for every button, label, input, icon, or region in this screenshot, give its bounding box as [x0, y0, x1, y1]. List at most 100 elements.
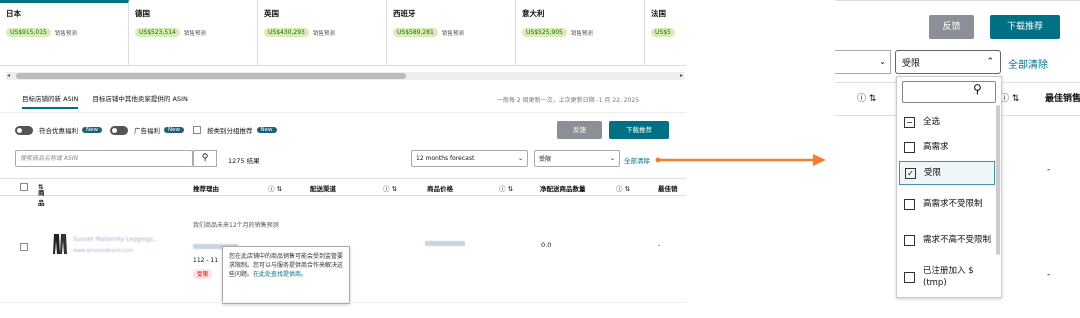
toggle-label: 符合优惠福利: [39, 127, 78, 135]
horizontal-scrollbar[interactable]: ◂ ▸: [6, 72, 684, 80]
toggle-eligible-benefit[interactable]: [15, 125, 33, 135]
market-value: US$525,905: [522, 28, 567, 37]
sub-tabs: 目标店铺的新 ASIN 目标店铺中其他卖家提供的 ASIN: [22, 93, 188, 109]
info-icon[interactable]: ⓘ ⇅: [1000, 91, 1019, 104]
download-button-zoom[interactable]: 下载推荐: [990, 15, 1060, 39]
market-label: 销售预测: [54, 30, 77, 37]
tab-new-asin[interactable]: 目标店铺的新 ASIN: [22, 93, 79, 109]
product-title[interactable]: Sunset Maternity Leggings...: [73, 236, 159, 243]
filter-toggles: 符合优惠福利 New 广告福利 New 按类别分组推荐 New: [15, 125, 277, 135]
row-checkbox[interactable]: [20, 243, 28, 251]
divider: [0, 112, 686, 113]
tab-other-sellers[interactable]: 目标店铺中其他卖家提供的 ASIN: [92, 93, 187, 109]
cell-dash: -: [1047, 165, 1051, 175]
market-label: 销售预测: [570, 30, 593, 37]
option-item[interactable]: 高需求: [899, 136, 995, 158]
col-channel[interactable]: 配送渠道: [310, 183, 336, 193]
market-name: 英国: [264, 9, 279, 18]
feedback-button[interactable]: 反馈: [557, 121, 602, 139]
market-tab-uk[interactable]: 英国 US$430,293 销售预测: [258, 0, 387, 65]
clear-all-link-zoom[interactable]: 全部清除: [1008, 56, 1048, 71]
market-tab-es[interactable]: 西班牙 US$589,281 销售预测: [387, 0, 516, 65]
new-badge: New: [82, 127, 102, 133]
search-icon[interactable]: ⚲: [193, 150, 217, 167]
info-icon[interactable]: ⓘ ⇅: [857, 91, 876, 104]
col-net-qty[interactable]: 净配送商品数量: [540, 183, 586, 193]
arrow-head: [813, 154, 826, 166]
row-divider: [0, 302, 686, 303]
option-label: 需求不高不受限制: [923, 235, 992, 245]
search-input[interactable]: 搜索商品名称或 ASIN: [15, 150, 193, 167]
options-scrollbar[interactable]: [996, 105, 1000, 255]
col-best-sales[interactable]: 最佳销售: [1045, 91, 1080, 104]
market-tabs: 日本 US$915,015 销售预测 德国 US$523,514 销售预测 英国 U…: [0, 0, 686, 66]
restricted-tag[interactable]: 受限: [193, 269, 213, 279]
chevron-down-icon: ⌄: [517, 155, 523, 162]
product-image: [52, 233, 68, 255]
scroll-left-icon[interactable]: ◂: [7, 72, 10, 79]
forecast-value: 12 months forecast: [416, 155, 475, 162]
checkbox-icon[interactable]: [904, 234, 915, 246]
market-tab-de[interactable]: 德国 US$523,514 销售预测: [129, 0, 258, 65]
redacted-price: [425, 241, 465, 246]
select-all-checkbox[interactable]: [20, 183, 28, 191]
market-label: 销售预测: [441, 30, 464, 37]
restriction-dropdown-zoom[interactable]: 受限 ⌃: [895, 50, 1001, 74]
search-icon[interactable]: ⚲: [973, 82, 982, 96]
info-icon[interactable]: ⓘ ⇅: [383, 183, 397, 193]
market-tab-fr[interactable]: 法国 US$5: [645, 0, 685, 65]
toggle-label: 广告福利: [134, 127, 160, 135]
options-search-input[interactable]: [902, 81, 996, 103]
chevron-up-icon: ⌃: [986, 57, 994, 67]
col-product[interactable]: 商品 ⇅: [38, 183, 45, 207]
arrow-tail: [655, 157, 661, 163]
checkbox-label: 按类别分组推荐: [207, 127, 253, 135]
best-sales-value: -: [658, 241, 661, 249]
market-value: US$523,514: [135, 28, 180, 37]
restriction-tooltip: 您在此店铺中的商品销售可能会受到监管要求限制。您可以与服务提供商合作来解决这些问…: [222, 246, 350, 304]
market-value: US$5: [651, 28, 675, 37]
find-provider-link[interactable]: 在此处查找提供商。: [253, 271, 307, 278]
checkbox-icon[interactable]: [904, 198, 915, 210]
restriction-value: 受限: [902, 58, 921, 69]
checkbox-checked-icon[interactable]: ✓: [905, 167, 916, 179]
download-recommendations-button[interactable]: 下载推荐: [609, 121, 669, 139]
net-qty-value: 0.0: [541, 241, 552, 249]
feedback-button-zoom[interactable]: 反馈: [929, 15, 974, 39]
option-item[interactable]: 高需求不受限制: [899, 187, 995, 221]
col-price[interactable]: 商品价格: [427, 183, 453, 193]
option-item[interactable]: − 全选: [899, 111, 995, 133]
results-count: 1275 结果: [228, 157, 260, 165]
new-badge: New: [164, 127, 184, 133]
scrollbar-thumb[interactable]: [16, 73, 406, 79]
info-icon[interactable]: ⓘ ⇅: [616, 183, 630, 193]
forecast-dropdown[interactable]: 12 months forecast ⌄: [411, 150, 528, 167]
product-subtitle: www.amazonbrand.com: [73, 248, 134, 254]
market-label: 销售预测: [183, 30, 206, 37]
market-name: 日本: [6, 9, 21, 18]
info-icon[interactable]: ⓘ ⇅: [499, 183, 513, 193]
market-tab-it[interactable]: 意大利 US$525,905 销售预测: [516, 0, 645, 65]
option-item[interactable]: ✓ 受限: [899, 161, 995, 185]
checkbox-icon[interactable]: [904, 141, 915, 153]
option-item[interactable]: 需求不高不受限制: [899, 223, 995, 257]
checkbox-icon[interactable]: [904, 271, 915, 283]
col-reason[interactable]: 推荐理由: [193, 183, 219, 193]
market-name: 西班牙: [393, 9, 416, 18]
toggle-ad-benefit[interactable]: [110, 125, 128, 135]
left-screenshot: 日本 US$915,015 销售预测 德国 US$523,514 销售预测 英国 U…: [0, 0, 686, 318]
group-by-category-checkbox[interactable]: [193, 126, 201, 134]
checkbox-partial-icon[interactable]: −: [904, 116, 915, 128]
col-best-sales[interactable]: 最佳销: [658, 183, 678, 193]
option-label: 高需求不受限制: [923, 199, 983, 209]
forecast-dropdown-edge[interactable]: ⌄: [835, 50, 891, 74]
option-item[interactable]: 已注册加入 $ (tmp): [899, 260, 995, 294]
info-icon[interactable]: ⓘ ⇅: [268, 183, 282, 193]
scroll-right-icon[interactable]: ▸: [680, 72, 683, 79]
right-zoom-panel: 反馈 下载推荐 ⌄ 受限 ⌃ 全部清除 ⓘ ⇅ ⓘ ⇅ 最佳销售 - - ⚲ − 全…: [835, 0, 1080, 318]
restriction-dropdown[interactable]: 受限 ⌄: [534, 150, 620, 167]
market-tab-jp[interactable]: 日本 US$915,015 销售预测: [0, 0, 129, 65]
restriction-value: 受限: [539, 156, 552, 163]
reason-text: 我们商品未来12个月的销售预测: [193, 222, 279, 229]
market-name: 意大利: [522, 9, 545, 18]
